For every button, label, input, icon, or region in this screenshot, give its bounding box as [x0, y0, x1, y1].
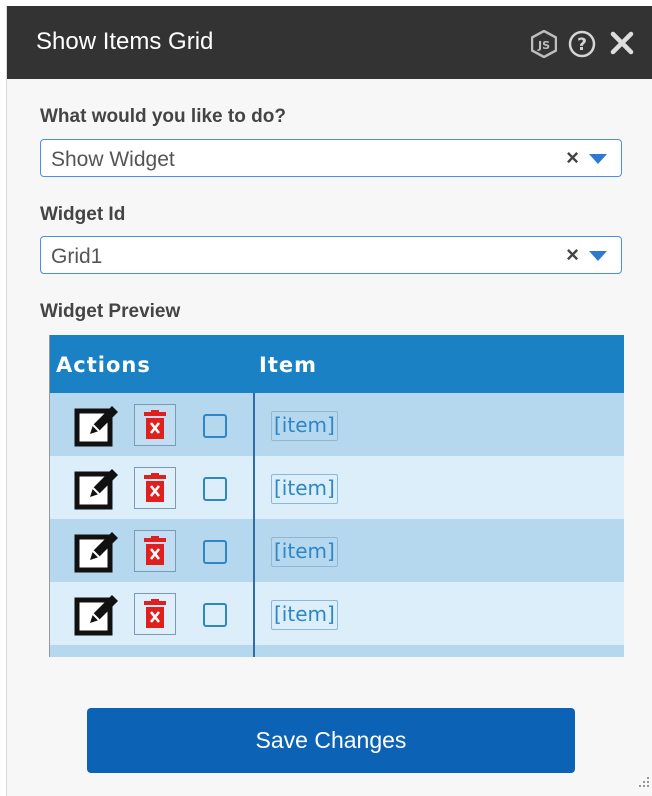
help-icon[interactable]: ?	[568, 30, 596, 63]
row-select-checkbox[interactable]	[203, 477, 227, 501]
grid-row: [item]	[50, 393, 624, 456]
action-select-value: Show Widget	[51, 148, 175, 171]
item-placeholder: [item]	[271, 411, 338, 441]
dialog-titlebar: Show Items Grid JS ?	[7, 6, 652, 79]
row-select-checkbox[interactable]	[203, 540, 227, 564]
delete-button[interactable]	[134, 593, 176, 635]
widget-preview-grid: Actions Item [item] [item] [item] [item]	[49, 335, 624, 657]
edit-icon[interactable]	[74, 591, 122, 639]
save-changes-button[interactable]: Save Changes	[87, 708, 575, 773]
svg-text:JS: JS	[537, 39, 550, 52]
row-select-checkbox[interactable]	[203, 414, 227, 438]
column-header-actions: Actions	[56, 353, 151, 377]
action-label: What would you like to do?	[40, 106, 286, 127]
item-placeholder: [item]	[271, 537, 338, 567]
close-icon[interactable]	[610, 31, 634, 60]
delete-button[interactable]	[134, 404, 176, 446]
js-icon[interactable]: JS	[530, 29, 558, 63]
item-placeholder: [item]	[271, 474, 338, 504]
show-items-grid-dialog: Show Items Grid JS ? What would you like…	[6, 6, 652, 796]
column-header-item: Item	[259, 353, 317, 377]
widget-id-label: Widget Id	[40, 204, 126, 225]
item-placeholder: [item]	[271, 600, 338, 630]
grid-header: Actions Item	[50, 335, 624, 393]
widget-id-select[interactable]: Grid1 ×	[40, 236, 622, 274]
action-select[interactable]: Show Widget ×	[40, 139, 622, 177]
edit-icon[interactable]	[74, 528, 122, 576]
clear-icon[interactable]: ×	[566, 242, 579, 268]
grid-row: [item]	[50, 519, 624, 582]
grid-row: [item]	[50, 456, 624, 519]
clear-icon[interactable]: ×	[566, 145, 579, 171]
delete-button[interactable]	[134, 530, 176, 572]
resize-handle-icon[interactable]	[638, 775, 650, 793]
column-divider	[253, 393, 255, 657]
dropdown-arrow-icon[interactable]	[589, 251, 607, 261]
dialog-title: Show Items Grid	[36, 28, 214, 55]
row-select-checkbox[interactable]	[203, 603, 227, 627]
edit-icon[interactable]	[74, 402, 122, 450]
grid-row: [item]	[50, 582, 624, 645]
svg-text:?: ?	[577, 35, 587, 55]
delete-button[interactable]	[134, 467, 176, 509]
widget-id-select-value: Grid1	[51, 245, 103, 268]
edit-icon[interactable]	[74, 465, 122, 513]
grid-row-partial	[50, 645, 624, 657]
dropdown-arrow-icon[interactable]	[589, 154, 607, 164]
widget-preview-label: Widget Preview	[40, 301, 181, 322]
